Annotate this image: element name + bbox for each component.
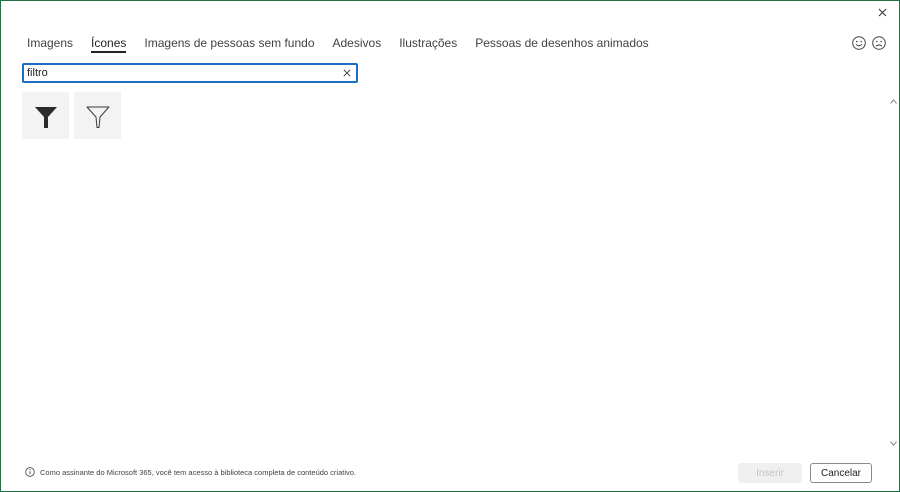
tab-icones[interactable]: Ícones [91, 29, 127, 53]
info-icon [25, 467, 35, 477]
smile-icon[interactable] [851, 35, 867, 51]
subscription-info: Como assinante do Microsoft 365, você te… [25, 467, 356, 477]
close-button[interactable] [871, 3, 893, 21]
tab-adesivos[interactable]: Adesivos [333, 29, 382, 50]
scroll-up-button[interactable] [888, 96, 898, 106]
clear-icon [343, 69, 351, 77]
tab-pessoas-desenhos-animados[interactable]: Pessoas de desenhos animados [475, 29, 648, 50]
icon-results [22, 92, 121, 139]
funnel-outline-icon [86, 106, 109, 128]
search-box [22, 63, 358, 83]
insert-icons-dialog: Imagens Ícones Imagens de pessoas sem fu… [0, 0, 900, 492]
result-tile-funnel-filled[interactable] [22, 92, 69, 139]
tab-imagens[interactable]: Imagens [27, 29, 73, 50]
funnel-filled-icon [34, 106, 57, 128]
close-icon [878, 8, 886, 16]
results-scrollbar[interactable] [888, 96, 898, 448]
cancel-button[interactable]: Cancelar [810, 463, 872, 483]
search-input[interactable] [24, 65, 338, 81]
clear-search-button[interactable] [338, 65, 356, 81]
chevron-down-icon [889, 440, 897, 446]
subscription-info-text: Como assinante do Microsoft 365, você te… [40, 467, 357, 477]
tab-imagens-pessoas-sem-fundo[interactable]: Imagens de pessoas sem fundo [144, 29, 314, 50]
chevron-up-icon [889, 98, 897, 104]
feedback-buttons [851, 35, 887, 51]
frown-icon[interactable] [871, 35, 887, 51]
insert-button[interactable]: Inserir [738, 463, 802, 483]
result-tile-funnel-outline[interactable] [74, 92, 121, 139]
tab-ilustracoes[interactable]: Ilustrações [399, 29, 457, 50]
scroll-down-button[interactable] [888, 438, 898, 448]
content-type-tabs: Imagens Ícones Imagens de pessoas sem fu… [27, 29, 667, 55]
scroll-track[interactable] [891, 108, 895, 436]
